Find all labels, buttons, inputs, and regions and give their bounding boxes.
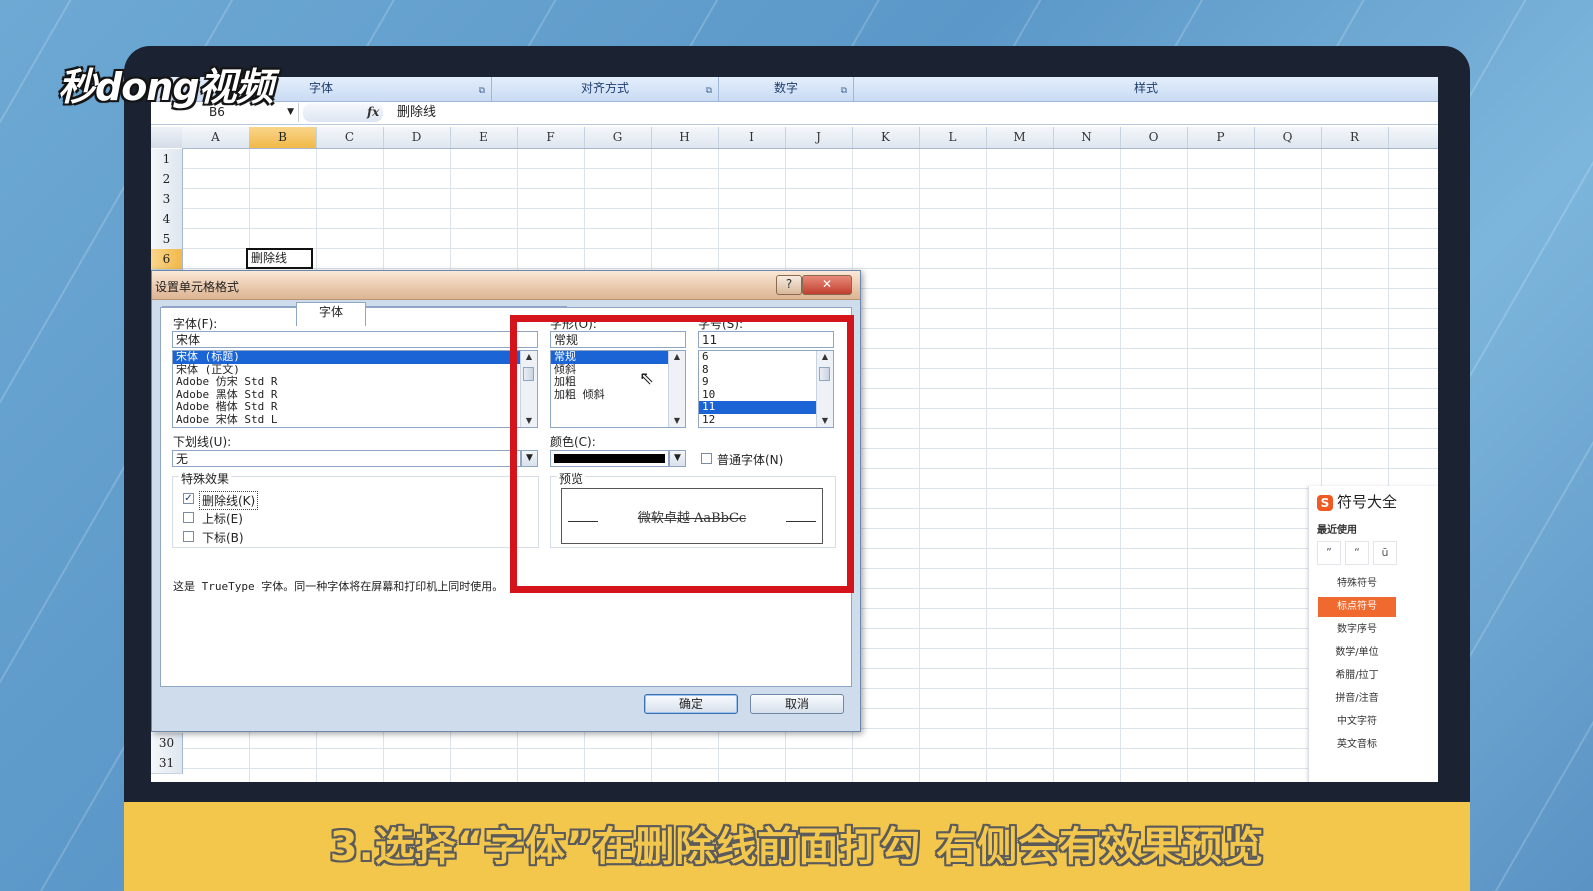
recent-symbols: ” “ū <box>1317 541 1401 565</box>
dialog-title-bar: 设置单元格格式 ? ✕ <box>152 271 860 300</box>
active-cell-b6[interactable]: 删除线 <box>246 248 313 269</box>
row-header[interactable]: 2 <box>151 169 183 190</box>
symbol-category[interactable]: 标点符号 <box>1318 597 1396 617</box>
help-button[interactable]: ? <box>776 275 802 295</box>
ribbon-group-alignment[interactable]: 对齐方式 ⧉ <box>492 77 719 101</box>
column-header-k[interactable]: K <box>852 127 920 148</box>
strikethrough-checkbox[interactable]: ✓ <box>183 493 194 504</box>
list-item[interactable]: Adobe 仿宋 Std R <box>173 376 537 389</box>
chevron-down-icon[interactable]: ▼ <box>287 103 294 122</box>
ribbon-group-styles-label: 样式 <box>1133 81 1158 95</box>
column-header-e[interactable]: E <box>450 127 518 148</box>
list-item[interactable]: 宋体 (标题) <box>173 351 537 364</box>
ribbon-group-number-label: 数字 <box>773 81 798 95</box>
symbol-category[interactable]: 数学/单位 <box>1318 643 1396 663</box>
caption-text: 3.选择“字体”在删除线前面打勾 右侧会有效果预览 <box>329 824 1265 870</box>
column-header-d[interactable]: D <box>383 127 451 148</box>
ribbon-group-font-label: 字体 <box>308 81 333 95</box>
tab-font[interactable]: 字体 <box>296 302 366 326</box>
column-header-q[interactable]: Q <box>1254 127 1322 148</box>
recent-label: 最近使用 <box>1317 525 1357 536</box>
underline-select[interactable]: 无 <box>172 450 521 467</box>
strikethrough-label: 删除线(K) <box>199 491 259 510</box>
symbol-category[interactable]: 希腊/拉丁 <box>1318 666 1396 686</box>
ribbon-group-number[interactable]: 数字 ⧉ <box>719 77 854 101</box>
font-label: 字体(F): <box>173 317 218 331</box>
row-header[interactable]: 30 <box>151 733 183 754</box>
watermark-logo: 秒dong视频 <box>58 65 274 109</box>
row-header[interactable]: 3 <box>151 189 183 210</box>
list-item[interactable]: Adobe 宋体 Std L <box>173 413 537 427</box>
symbol-category[interactable]: 特殊符号 <box>1318 574 1396 594</box>
ribbon-group-alignment-label: 对齐方式 <box>580 81 629 95</box>
symbol-panel-title: S 符号大全 <box>1317 491 1397 512</box>
column-header-j[interactable]: J <box>785 127 853 148</box>
close-button[interactable]: ✕ <box>802 275 852 295</box>
font-description: 这是 TrueType 字体。同一种字体将在屏幕和打印机上同时使用。 <box>173 580 504 593</box>
effects-label: 特殊效果 <box>179 470 232 487</box>
superscript-checkbox[interactable] <box>183 512 194 523</box>
ok-button[interactable]: 确定 <box>644 694 738 714</box>
column-header-h[interactable]: H <box>651 127 719 148</box>
dialog-title: 设置单元格格式 <box>155 280 240 294</box>
column-header-f[interactable]: F <box>517 127 585 148</box>
symbol-panel: S 符号大全 最近使用 ” “ū 特殊符号标点符号数字序号数学/单位希腊/拉丁拼音/… <box>1308 486 1438 782</box>
column-header-m[interactable]: M <box>986 127 1054 148</box>
select-all-corner[interactable] <box>151 127 183 148</box>
underline-label: 下划线(U): <box>173 435 232 449</box>
formula-bar: B6 ▼ fx 删除线 <box>151 102 1438 125</box>
column-header-r[interactable]: R <box>1321 127 1389 148</box>
column-header-o[interactable]: O <box>1120 127 1188 148</box>
recent-symbol[interactable]: ū <box>1373 541 1397 565</box>
caption-bar: 3.选择“字体”在删除线前面打勾 右侧会有效果预览 <box>124 802 1470 891</box>
symbol-category[interactable]: 数字序号 <box>1318 620 1396 640</box>
column-header-l[interactable]: L <box>919 127 987 148</box>
column-header-n[interactable]: N <box>1053 127 1121 148</box>
symbol-category[interactable]: 拼音/注音 <box>1318 689 1396 709</box>
column-headers: ABCDEFGHIJKLMNOPQR <box>182 127 1438 149</box>
function-icon[interactable]: fx <box>367 103 379 122</box>
cancel-button[interactable]: 取消 <box>750 694 844 714</box>
font-list[interactable]: 宋体 (标题) 宋体 (正文) Adobe 仿宋 Std R Adobe 黑体 Std… <box>172 350 538 428</box>
column-header-p[interactable]: P <box>1187 127 1255 148</box>
ribbon-group-styles[interactable]: 样式 <box>854 77 1438 101</box>
dialog-launcher-icon[interactable]: ⧉ <box>841 80 847 102</box>
row-header[interactable]: 6 <box>151 249 183 270</box>
subscript-label: 下标(B) <box>202 531 244 545</box>
row-header[interactable]: 4 <box>151 209 183 230</box>
symbol-panel-title-text: 符号大全 <box>1337 493 1398 511</box>
subscript-checkbox[interactable] <box>183 531 194 542</box>
dialog-launcher-icon[interactable]: ⧉ <box>479 80 485 102</box>
column-header-b[interactable]: B <box>249 127 317 148</box>
symbol-category[interactable]: 英文音标 <box>1318 735 1396 755</box>
column-header-i[interactable]: I <box>718 127 786 148</box>
column-header-a[interactable]: A <box>182 127 250 148</box>
column-header-g[interactable]: G <box>584 127 652 148</box>
ribbon-group-labels: 字体 ⧉ 对齐方式 ⧉ 数字 ⧉ 样式 <box>151 77 1438 102</box>
row-header[interactable]: 1 <box>151 149 183 170</box>
highlight-box <box>510 315 854 593</box>
row-header[interactable]: 5 <box>151 229 183 250</box>
recent-symbol[interactable]: “ <box>1345 541 1369 565</box>
column-header-c[interactable]: C <box>316 127 384 148</box>
font-input[interactable]: 宋体 <box>172 331 538 348</box>
row-header[interactable]: 31 <box>151 753 183 774</box>
dialog-launcher-icon[interactable]: ⧉ <box>706 80 712 102</box>
symbol-category[interactable]: 中文字符 <box>1318 712 1396 732</box>
sogou-logo-icon: S <box>1317 495 1333 511</box>
recent-symbol[interactable]: ” <box>1317 541 1341 565</box>
formula-input[interactable]: 删除线 <box>397 103 436 122</box>
superscript-label: 上标(E) <box>202 512 243 526</box>
